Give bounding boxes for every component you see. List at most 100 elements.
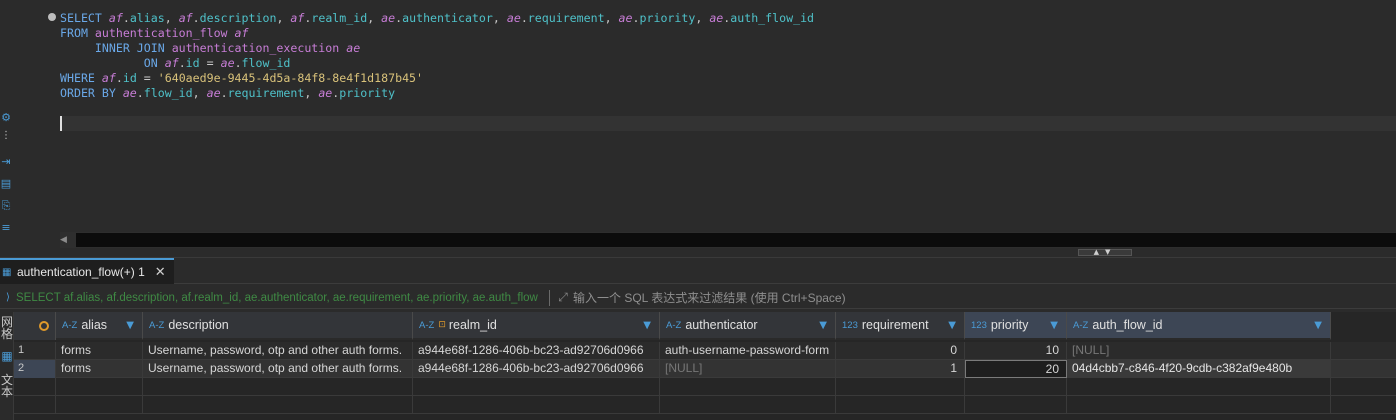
cell-alias[interactable]: forms	[56, 342, 143, 360]
sort-icon[interactable]: ▼	[1314, 320, 1322, 331]
format-icon[interactable]: ≡	[0, 222, 12, 234]
divider	[549, 289, 550, 306]
column-header-realm-id[interactable]: A-Z ⊡ realm_id ▼	[413, 312, 660, 340]
sort-icon[interactable]: ▼	[1050, 320, 1058, 331]
editor-left-toolbar: ⚙ ⋮ ⇥ ▤ ⎘ ≡	[0, 0, 14, 250]
sql-alias: ae	[220, 56, 235, 70]
splitter-toggle-icon[interactable]: ▲▼	[1078, 249, 1132, 256]
empty-row	[14, 396, 1396, 414]
empty-cell	[143, 396, 413, 414]
sql-alias: af	[234, 26, 249, 40]
cell-realm-id[interactable]: a944e68f-1286-406b-bc23-ad92706d0966	[413, 342, 660, 360]
filter-input[interactable]: 输入一个 SQL 表达式来过滤结果 (使用 Ctrl+Space)	[573, 289, 846, 306]
string-type-icon: A-Z	[666, 319, 682, 331]
column-header-authenticator[interactable]: A-Z authenticator ▼	[660, 312, 836, 340]
string-key-type-icon: A-Z	[419, 319, 435, 331]
sql-column: authenticator	[402, 11, 493, 25]
record-mode-icon[interactable]	[39, 321, 49, 331]
side-tab-grid[interactable]: 网格	[0, 316, 14, 340]
sql-string: '640aed9e-9445-4d5a-84f8-8e4f1d187b45'	[157, 71, 424, 85]
cell-requirement[interactable]: 0	[836, 342, 965, 360]
cell-authenticator[interactable]: auth-username-password-form	[660, 342, 836, 360]
execute-script-icon[interactable]: ⇥	[0, 156, 12, 168]
sql-code[interactable]: SELECT af.alias, af.description, af.real…	[60, 11, 814, 101]
sql-alias: af	[290, 11, 305, 25]
empty-cell	[56, 396, 143, 414]
sql-keyword: ORDER BY	[60, 86, 116, 100]
sql-column: id	[122, 71, 137, 85]
string-type-icon: A-Z	[1073, 319, 1089, 331]
editor-horizontal-scrollbar[interactable]: ◀	[60, 232, 1396, 248]
sql-column: auth_flow_id	[730, 11, 815, 25]
result-tabbar: ▦ authentication_flow(+) 1 ✕	[0, 258, 1396, 284]
column-header-auth-flow-id[interactable]: A-Z auth_flow_id ▼	[1067, 312, 1331, 340]
sql-keyword: WHERE	[60, 71, 95, 85]
cell-priority[interactable]: 10	[965, 342, 1067, 360]
table-row[interactable]: 1 forms Username, password, otp and othe…	[14, 342, 1396, 360]
sql-alias: ae	[506, 11, 521, 25]
empty-cell	[413, 378, 660, 396]
column-header-requirement[interactable]: 123 requirement ▼	[836, 312, 965, 340]
explain-plan-icon[interactable]: ▤	[0, 178, 12, 190]
sql-alias: ae	[709, 11, 724, 25]
scrollbar-thumb[interactable]	[76, 233, 1396, 247]
table-row[interactable]: 2 forms Username, password, otp and othe…	[14, 360, 1396, 378]
current-line-highlight	[60, 116, 1396, 131]
cell-authenticator[interactable]: [NULL]	[660, 360, 836, 378]
settings-icon[interactable]: ⚙	[0, 112, 12, 124]
result-grid[interactable]: A-Z alias ▼ A-Z description A-Z ⊡ realm_…	[14, 312, 1396, 420]
sql-column: requirement	[527, 11, 605, 25]
sql-filter-icon: ⟩	[6, 292, 10, 303]
cell-realm-id[interactable]: a944e68f-1286-406b-bc23-ad92706d0966	[413, 360, 660, 378]
column-name: authenticator	[685, 318, 758, 332]
close-icon[interactable]: ✕	[155, 265, 166, 280]
column-header-description[interactable]: A-Z description	[143, 312, 413, 340]
empty-cell	[836, 396, 965, 414]
cell-description[interactable]: Username, password, otp and other auth f…	[143, 342, 413, 360]
tab-result[interactable]: ▦ authentication_flow(+) 1 ✕	[0, 258, 174, 284]
cell-requirement[interactable]: 1	[836, 360, 965, 378]
sql-keyword: FROM	[60, 26, 88, 40]
cell-description[interactable]: Username, password, otp and other auth f…	[143, 360, 413, 378]
empty-cell	[1067, 378, 1331, 396]
scroll-left-icon[interactable]: ◀	[60, 235, 67, 245]
column-header-alias[interactable]: A-Z alias ▼	[56, 312, 143, 340]
sort-icon[interactable]: ▼	[819, 320, 827, 331]
sort-icon[interactable]: ▼	[126, 320, 134, 331]
sql-keyword: ON	[143, 56, 158, 70]
expand-icon[interactable]: ⤢	[553, 290, 573, 305]
export-icon[interactable]: ⎘	[0, 200, 12, 212]
row-number[interactable]: 2	[14, 360, 56, 378]
empty-cell	[965, 378, 1067, 396]
sql-editor[interactable]: SELECT af.alias, af.description, af.real…	[14, 0, 1396, 232]
cell-alias[interactable]: forms	[56, 360, 143, 378]
numeric-type-icon: 123	[971, 319, 987, 331]
row-number[interactable]: 1	[14, 342, 56, 360]
sort-icon[interactable]: ▼	[948, 320, 956, 331]
more-icon[interactable]: ⋮	[1, 131, 11, 141]
sql-alias: ae	[206, 86, 221, 100]
string-type-icon: A-Z	[62, 319, 78, 331]
sql-column: id	[185, 56, 200, 70]
table-icon: ▦	[2, 266, 12, 278]
empty-cell	[836, 378, 965, 396]
side-tab-text[interactable]: 文本	[0, 374, 14, 398]
cell-auth-flow-id[interactable]: 04d4cbb7-c846-4f20-9cdb-c382af9e480b	[1067, 360, 1331, 378]
column-name: description	[168, 318, 229, 332]
sort-icon[interactable]: ▼	[643, 320, 651, 331]
string-type-icon: A-Z	[149, 319, 165, 331]
text-caret	[60, 116, 62, 131]
sql-alias: af	[178, 11, 193, 25]
column-header-priority[interactable]: 123 priority ▼	[965, 312, 1067, 340]
panel-splitter[interactable]: ▲▼	[0, 248, 1396, 258]
cell-auth-flow-id[interactable]: [NULL]	[1067, 342, 1331, 360]
empty-cell	[965, 396, 1067, 414]
sql-column: flow_id	[143, 86, 193, 100]
row-number-header[interactable]	[14, 312, 56, 340]
column-name: realm_id	[448, 318, 497, 332]
grid-icon[interactable]: ▦	[0, 350, 14, 362]
sql-keyword: INNER JOIN	[94, 41, 165, 55]
sql-keyword: SELECT	[60, 11, 102, 25]
column-name: auth_flow_id	[1092, 318, 1163, 332]
cell-priority-selected[interactable]: 20	[965, 360, 1067, 378]
